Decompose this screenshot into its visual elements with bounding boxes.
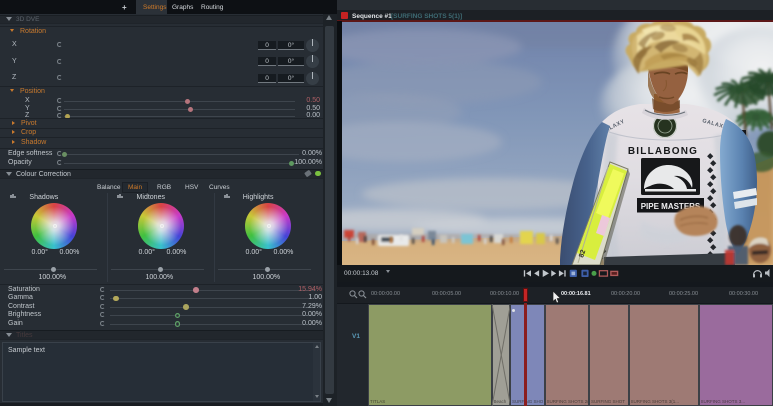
svg-text:BILLABONG: BILLABONG [628,146,698,157]
